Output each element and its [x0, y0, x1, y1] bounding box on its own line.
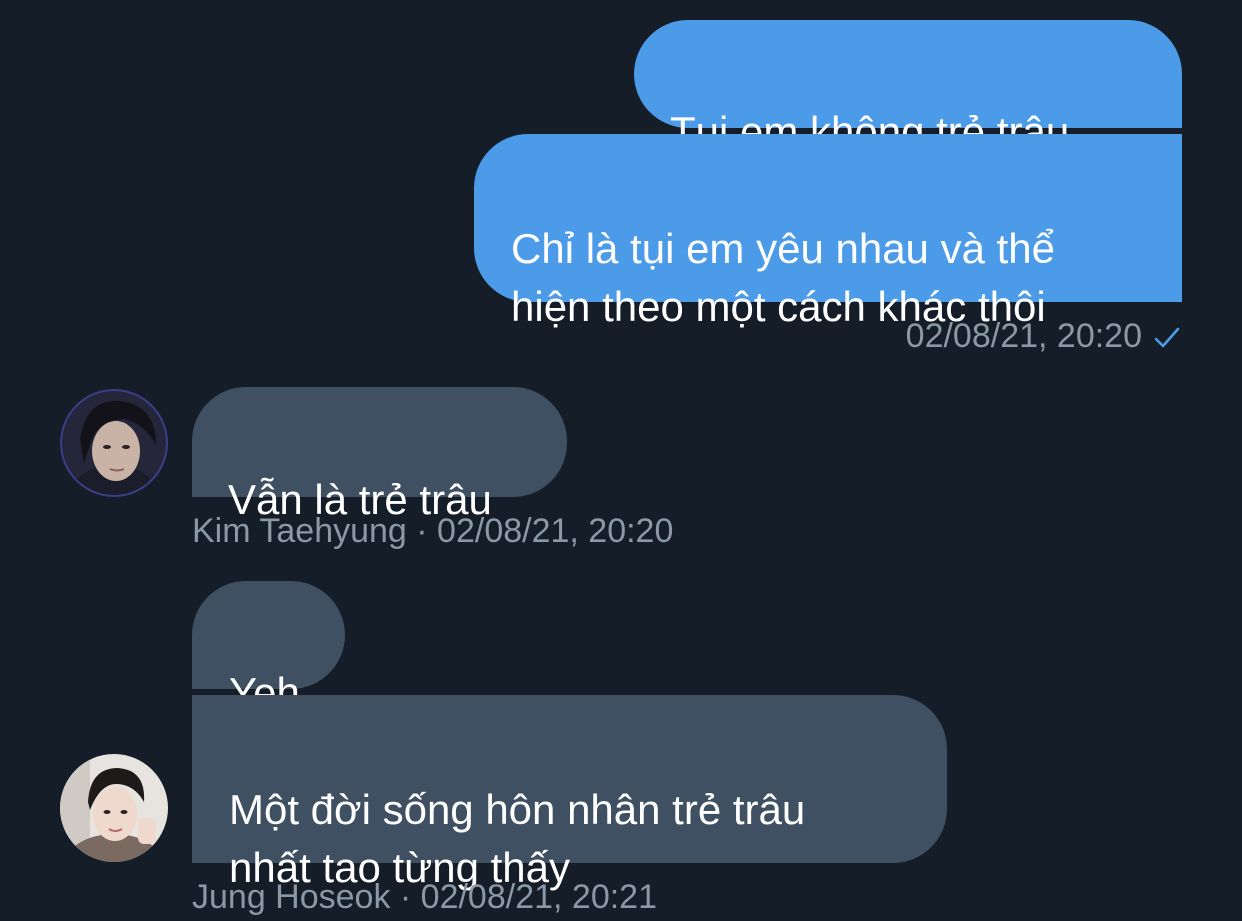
- message-timestamp: 02/08/21, 20:20: [905, 317, 1142, 355]
- received-message-bubble[interactable]: Yeh: [192, 581, 345, 716]
- sent-message-meta: 02/08/21, 20:20: [906, 316, 1180, 356]
- message-text: Một đời sống hôn nhân trẻ trâu nhất tao …: [229, 786, 806, 891]
- check-icon: [1154, 327, 1180, 348]
- message-text: Chỉ là tụi em yêu nhau và thể hiện theo …: [511, 225, 1055, 330]
- received-message-bubble[interactable]: Một đời sống hôn nhân trẻ trâu nhất tao …: [192, 695, 947, 891]
- sent-message-bubble[interactable]: Tụi em không trẻ trâu: [634, 20, 1182, 155]
- received-message-meta: Kim Taehyung · 02/08/21, 20:20: [192, 512, 674, 550]
- user-avatar[interactable]: [60, 389, 168, 497]
- user-avatar[interactable]: [60, 754, 168, 862]
- sent-message-bubble[interactable]: Chỉ là tụi em yêu nhau và thể hiện theo …: [474, 134, 1182, 330]
- dm-conversation: Tụi em không trẻ trâu Chỉ là tụi em yêu …: [0, 0, 1242, 921]
- received-message-meta: Jung Hoseok · 02/08/21, 20:21: [192, 878, 657, 916]
- received-message-bubble[interactable]: Vẫn là trẻ trâu: [192, 387, 567, 523]
